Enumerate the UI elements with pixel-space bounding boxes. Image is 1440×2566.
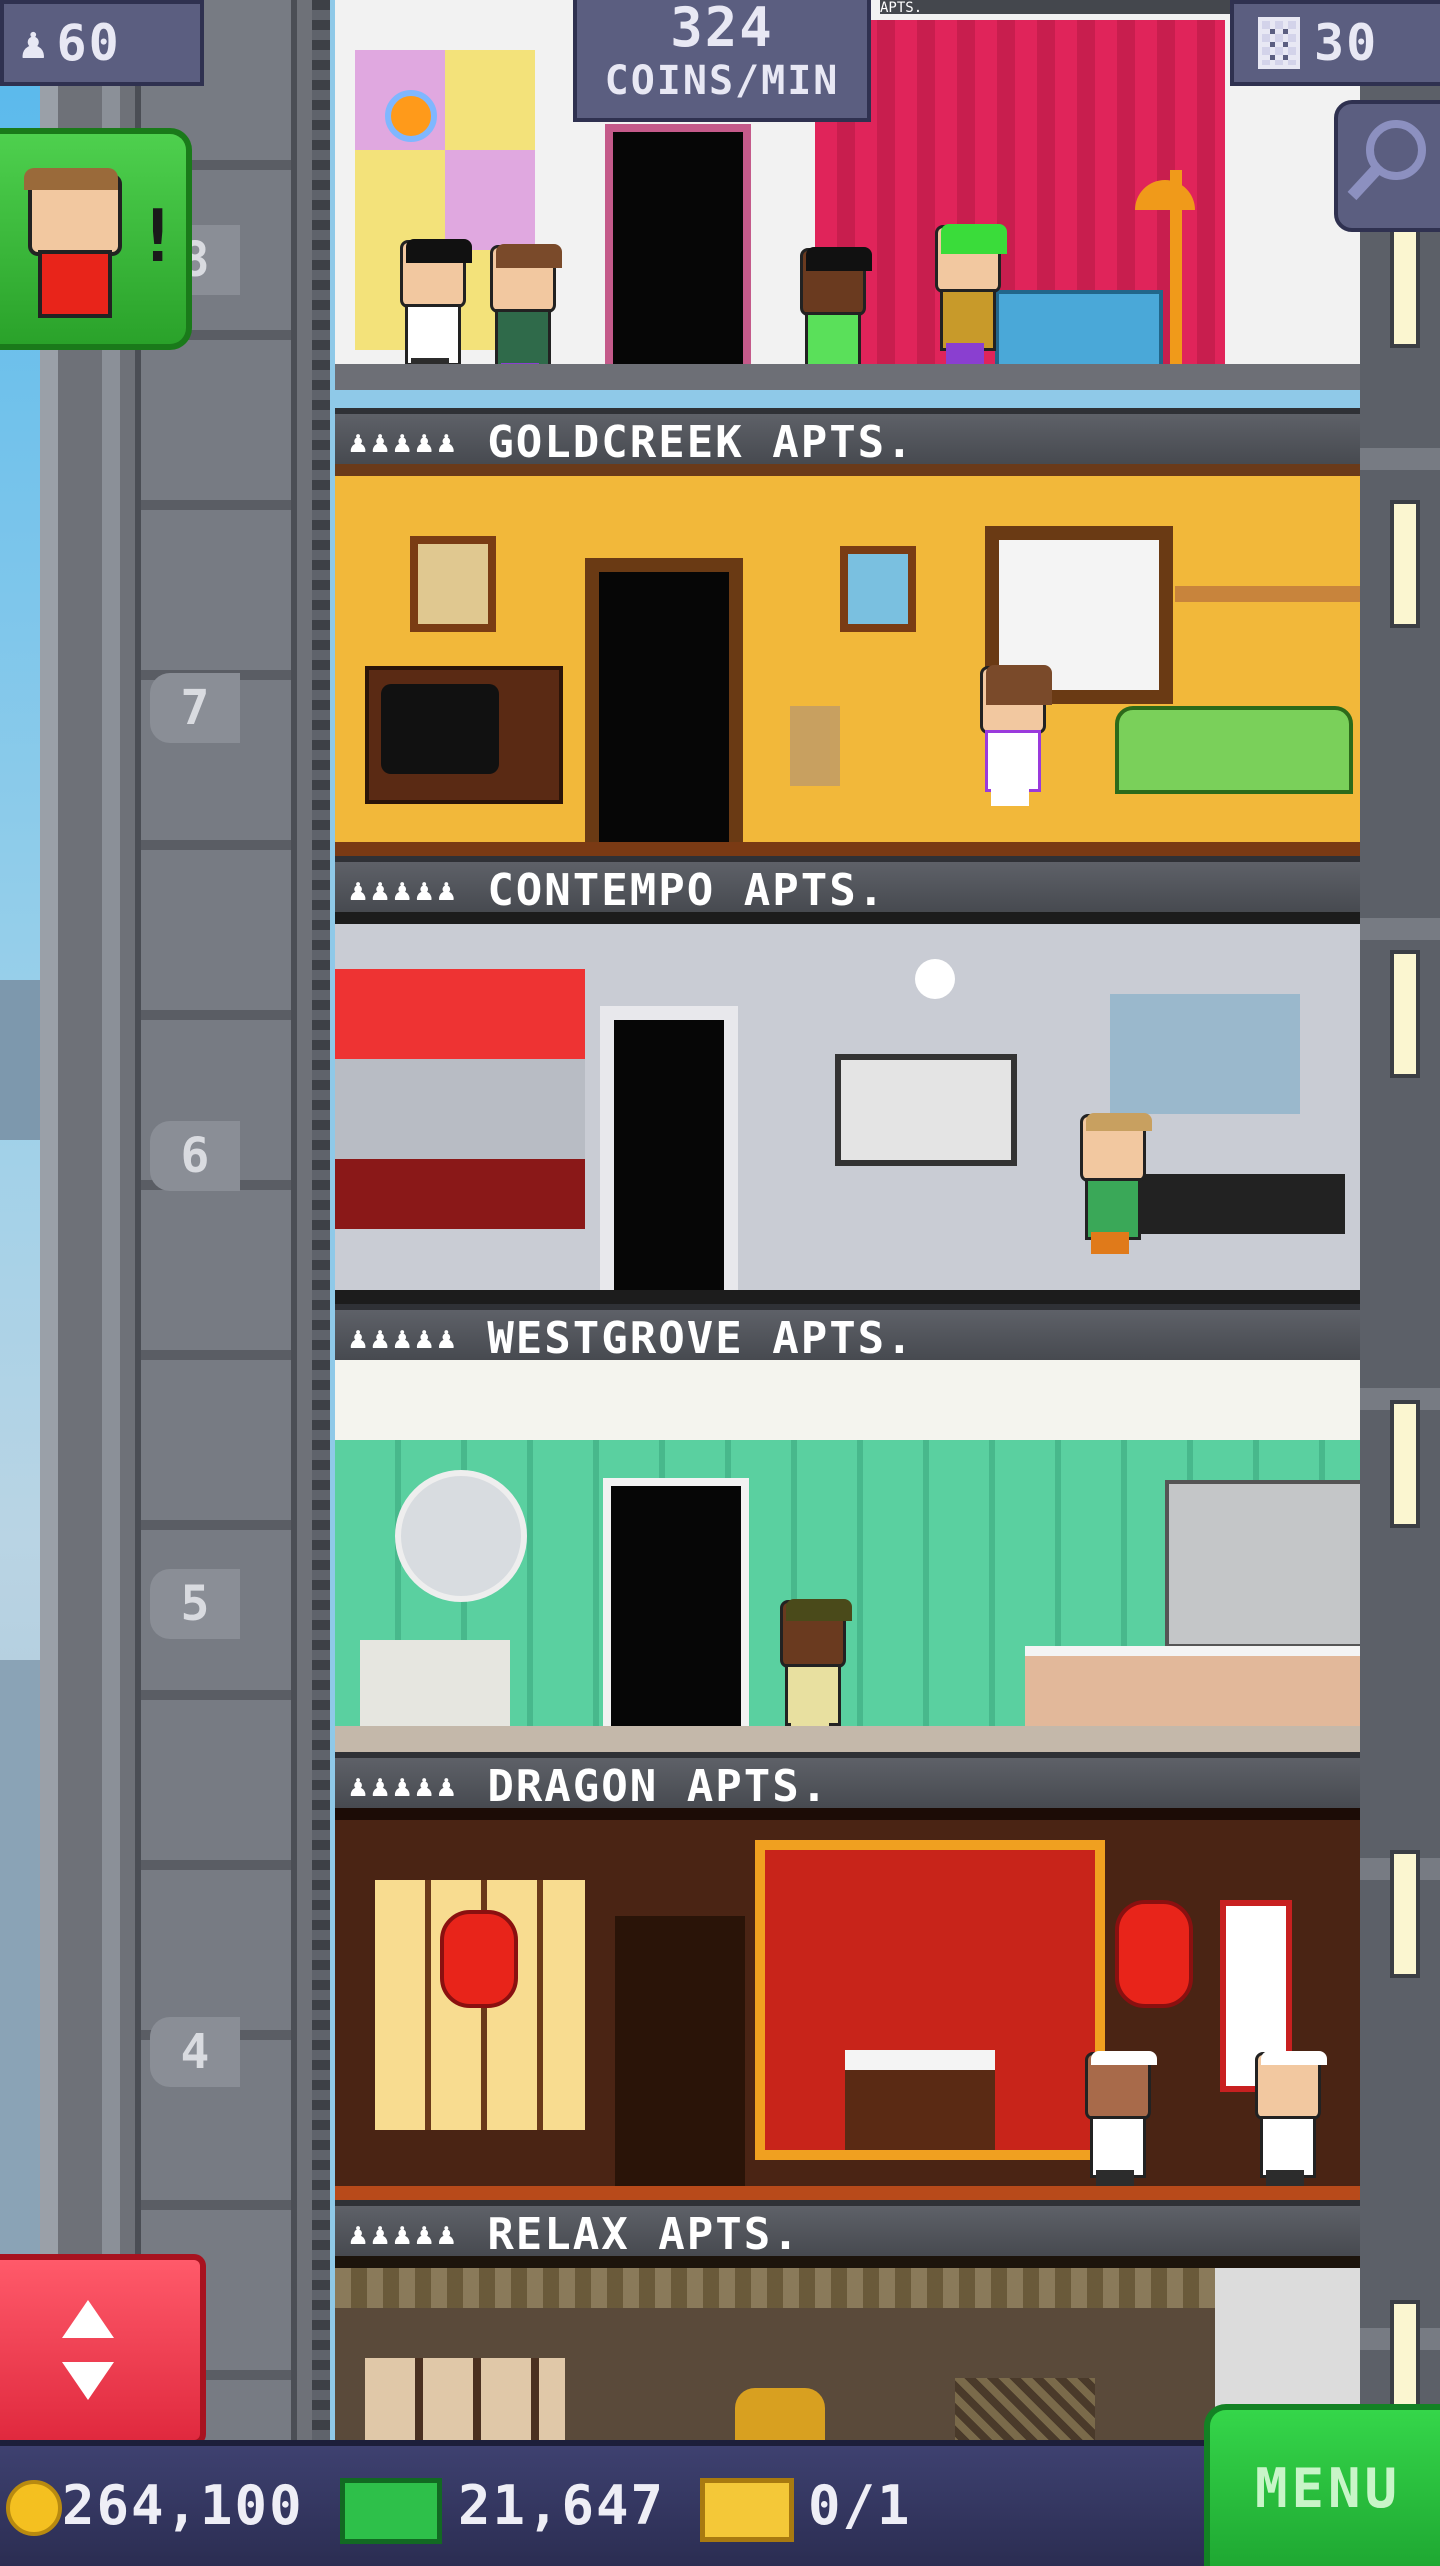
tower-outer-wall <box>1360 0 1440 2440</box>
paper-screen <box>365 2358 565 2448</box>
bux-value[interactable]: 21,647 <box>458 2474 665 2537</box>
floor-stars: ♟♟♟♟♟ <box>349 424 460 460</box>
room-door <box>585 558 743 842</box>
resident[interactable] <box>930 224 1007 365</box>
room-door <box>603 1478 749 1726</box>
resident[interactable] <box>1075 1113 1152 1254</box>
resident[interactable] <box>1250 2051 1327 2192</box>
low-bed <box>845 2050 995 2150</box>
search-button[interactable] <box>1334 100 1440 232</box>
floor-room-contempo[interactable] <box>335 912 1360 1316</box>
tower-window <box>1390 1850 1420 1978</box>
kitchen-cabinets <box>1165 1480 1360 1648</box>
population-counter[interactable]: ♟ 60 <box>0 0 204 86</box>
room-door <box>605 124 751 380</box>
room-door <box>615 1916 745 2186</box>
resident[interactable] <box>975 665 1052 806</box>
kitchen-counter <box>1025 1646 1360 1736</box>
elevator-cable <box>312 0 330 2440</box>
resident[interactable] <box>395 239 472 380</box>
floor-count-value: 30 <box>1314 14 1379 72</box>
floor-stars: ♟♟♟♟♟ <box>349 2216 460 2252</box>
floor-room-westgrove[interactable] <box>335 1360 1360 1752</box>
up-down-arrows-icon <box>62 2300 114 2400</box>
top-floor-label-text: APTS. <box>880 0 923 16</box>
population-value: 60 <box>56 14 121 72</box>
floor-label-contempo[interactable]: ♟♟♟♟♟ CONTEMPO APTS. <box>335 856 1360 918</box>
floor-stars: ♟♟♟♟♟ <box>349 1768 460 1804</box>
floor-name: RELAX APTS. <box>487 2208 801 2260</box>
shaft-rail <box>102 0 120 2440</box>
person-icon: ♟ <box>20 17 49 69</box>
floor-label-relax[interactable]: ♟♟♟♟♟ RELAX APTS. <box>335 2200 1360 2262</box>
woven-panel <box>955 2378 1095 2448</box>
floor-name: WESTGROVE APTS. <box>487 1312 915 1364</box>
red-lantern <box>440 1910 518 2008</box>
tower-window <box>1390 500 1420 628</box>
coins-per-minute-unit: COINS/MIN <box>604 58 840 104</box>
magnifier-icon <box>1347 120 1426 201</box>
book-shelf <box>1175 586 1360 602</box>
potted-plant <box>790 706 840 786</box>
tower-window <box>1390 1400 1420 1528</box>
room-floor <box>335 1726 1360 1752</box>
floor-number-7: 7 <box>150 673 240 743</box>
floor-number-4: 4 <box>150 2017 240 2087</box>
round-mirror <box>395 1470 527 1602</box>
coins-per-minute: 324 COINS/MIN <box>573 0 871 122</box>
picture-frame <box>410 536 496 632</box>
pendant-lamp <box>915 959 955 999</box>
red-wall-panel <box>335 969 585 1229</box>
exclamation-icon: ! <box>136 194 182 278</box>
room-floor <box>335 364 1360 390</box>
top-floor-label: APTS. <box>880 0 1230 16</box>
coins-per-minute-value: 324 <box>670 0 774 59</box>
floor-name: GOLDCREEK APTS. <box>487 416 915 468</box>
floor-name: CONTEMPO APTS. <box>487 864 887 916</box>
floor-label-goldcreek[interactable]: ♟♟♟♟♟ GOLDCREEK APTS. <box>335 408 1360 470</box>
elevator-button[interactable] <box>0 2254 206 2446</box>
floor-number-5: 5 <box>150 1569 240 1639</box>
floor-counter[interactable]: 30 <box>1230 0 1440 86</box>
floor-room-dragon[interactable] <box>335 1808 1360 2212</box>
resident-notification[interactable]: ! <box>0 128 192 350</box>
background-building <box>0 980 40 1140</box>
floor-label-westgrove[interactable]: ♟♟♟♟♟ WESTGROVE APTS. <box>335 1304 1360 1366</box>
menu-button[interactable]: MENU <box>1204 2404 1440 2566</box>
shaft-rail <box>40 0 58 2440</box>
building-icon <box>1258 17 1300 69</box>
tv-cabinet <box>365 666 563 804</box>
vanity-table <box>360 1640 510 1726</box>
picture-frame <box>840 546 916 632</box>
red-lantern <box>1115 1900 1193 2008</box>
coins-value[interactable]: 264,100 <box>62 2474 304 2537</box>
banknote-icon <box>340 2478 442 2544</box>
floor-number-6: 6 <box>150 1121 240 1191</box>
tower-window <box>1390 220 1420 348</box>
resident[interactable] <box>1080 2051 1157 2192</box>
green-sofa <box>1115 706 1353 794</box>
wall-shelves <box>1110 994 1300 1114</box>
room-door <box>600 1006 738 1290</box>
floor-stars: ♟♟♟♟♟ <box>349 872 460 908</box>
resident[interactable] <box>775 1599 852 1740</box>
floor-name: DRAGON APTS. <box>487 1760 830 1812</box>
floor-label-dragon[interactable]: ♟♟♟♟♟ DRAGON APTS. <box>335 1752 1360 1814</box>
tower-window <box>1390 950 1420 1078</box>
tickets-value[interactable]: 0/1 <box>808 2474 912 2537</box>
floor-room-goldcreek[interactable] <box>335 464 1360 868</box>
wood-lattice <box>335 2268 1360 2308</box>
coin-icon <box>6 2480 62 2536</box>
art-frame <box>835 1054 1017 1166</box>
floor-stars: ♟♟♟♟♟ <box>349 1320 460 1356</box>
resident-avatar <box>24 168 122 318</box>
golden-ticket-icon <box>700 2478 794 2542</box>
hanging-bell <box>735 2388 825 2448</box>
